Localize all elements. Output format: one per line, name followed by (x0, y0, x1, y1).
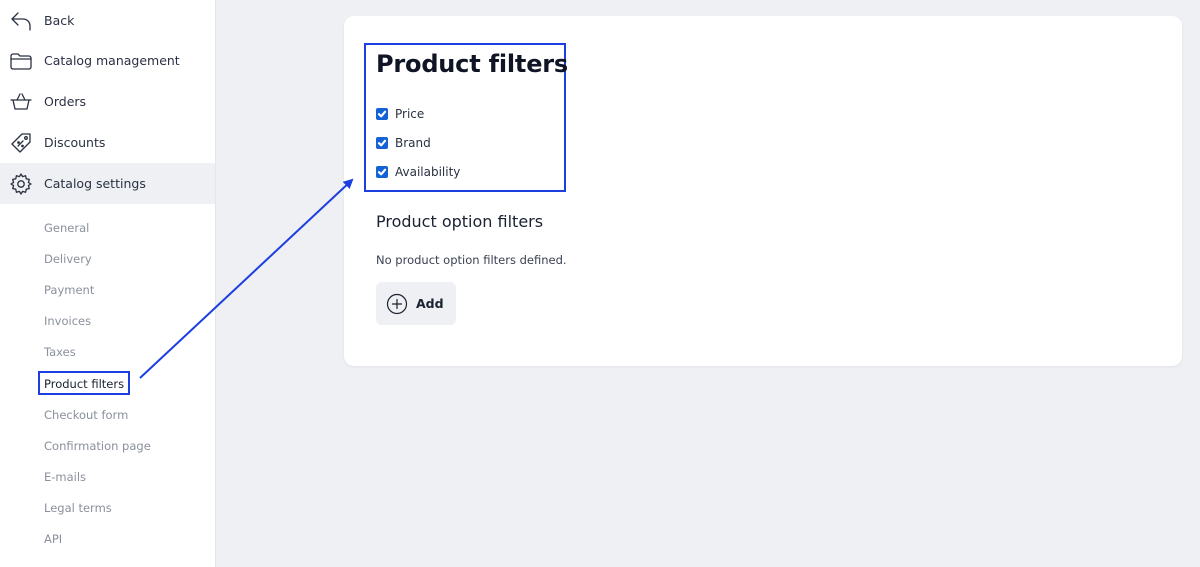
subnav-general[interactable]: General (44, 221, 89, 235)
subnav-delivery[interactable]: Delivery (44, 252, 92, 266)
subnav-emails[interactable]: E-mails (44, 470, 86, 484)
plus-circle-icon (386, 293, 408, 315)
subnav-api[interactable]: API (44, 532, 62, 546)
basket-icon (9, 90, 33, 114)
filter-availability-checkbox[interactable]: Availability (376, 165, 460, 179)
add-button-label: Add (416, 296, 444, 311)
nav-catalog-management-label: Catalog management (44, 53, 180, 68)
page-title: Product filters (376, 50, 569, 78)
subnav-legal-terms[interactable]: Legal terms (44, 501, 112, 515)
subnav-taxes[interactable]: Taxes (44, 345, 76, 359)
filter-brand-checkbox[interactable]: Brand (376, 136, 431, 150)
sidebar-highlight-box (38, 371, 130, 395)
back-arrow-icon (9, 9, 33, 33)
subnav-checkout-form[interactable]: Checkout form (44, 408, 128, 422)
subnav-confirmation-page[interactable]: Confirmation page (44, 439, 151, 453)
gear-icon (9, 172, 33, 196)
filter-price-checkbox[interactable]: Price (376, 107, 424, 121)
nav-orders[interactable]: Orders (0, 81, 215, 122)
subnav-invoices[interactable]: Invoices (44, 314, 91, 328)
nav-back-label: Back (44, 13, 75, 28)
tag-icon (9, 131, 33, 155)
nav-discounts-label: Discounts (44, 135, 106, 150)
nav-catalog-settings[interactable]: Catalog settings (0, 163, 215, 204)
checkbox-checked-icon (376, 108, 388, 120)
add-option-filter-button[interactable]: Add (376, 282, 456, 325)
filter-availability-label: Availability (395, 165, 461, 179)
option-filters-heading: Product option filters (376, 212, 544, 231)
sidebar: Back Catalog management Orders Discounts… (0, 0, 216, 567)
folder-icon (9, 49, 33, 73)
nav-discounts[interactable]: Discounts (0, 122, 215, 163)
checkbox-checked-icon (376, 137, 388, 149)
nav-catalog-settings-label: Catalog settings (44, 176, 146, 191)
filter-brand-label: Brand (395, 136, 431, 150)
checkbox-checked-icon (376, 166, 388, 178)
filter-price-label: Price (395, 107, 425, 121)
nav-back[interactable]: Back (0, 0, 215, 41)
nav-catalog-management[interactable]: Catalog management (0, 40, 215, 81)
empty-state-text: No product option filters defined. (376, 253, 567, 267)
nav-orders-label: Orders (44, 94, 87, 109)
subnav-payment[interactable]: Payment (44, 283, 94, 297)
